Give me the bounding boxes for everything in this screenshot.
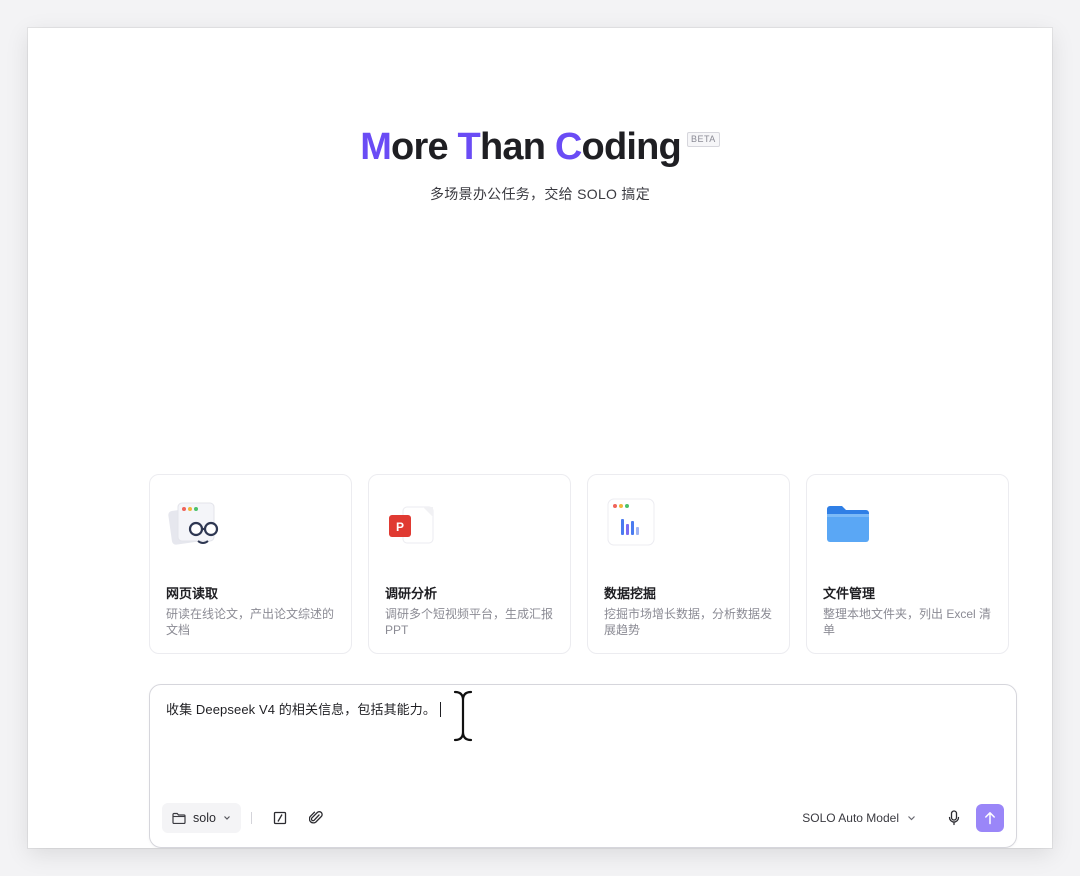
attach-file-button[interactable] — [304, 806, 328, 830]
hero-title-row: More Than Coding BETA — [360, 124, 720, 170]
chevron-down-icon — [224, 816, 230, 820]
scenario-card-web-reading[interactable]: 网页读取 研读在线论文，产出论文综述的文档 — [149, 474, 352, 654]
workspace-folder-button[interactable]: solo — [162, 803, 241, 833]
title-part: C — [554, 126, 582, 168]
ibeam-cursor-icon — [452, 689, 474, 743]
slash-command-icon — [273, 811, 287, 825]
folder-outline-icon — [172, 812, 186, 824]
title-part: han — [479, 126, 555, 168]
hero-subtitle: 多场景办公任务，交给 SOLO 搞定 — [429, 186, 651, 202]
folder-icon — [827, 506, 869, 542]
app-window: More Than Coding BETA 多场景办公任务，交给 SOLO 搞定… — [28, 28, 1052, 848]
voice-input-button[interactable] — [942, 806, 966, 830]
web-reading-glasses-icon — [168, 502, 219, 545]
ppt-document-icon: P — [389, 506, 434, 544]
scenario-card-data-mining[interactable]: 数据挖掘 挖掘市场增长数据，分析数据发展趋势 — [587, 474, 790, 654]
card-title: 调研分析 — [385, 586, 438, 601]
card-title: 数据挖掘 — [604, 586, 657, 601]
toolbar-divider — [250, 812, 252, 824]
composer-toolbar: solo SOLO Auto Model — [162, 803, 1004, 833]
beta-badge: BETA — [686, 132, 720, 147]
microphone-icon — [948, 810, 960, 826]
svg-text:P: P — [396, 520, 404, 534]
hero-section: More Than Coding BETA 多场景办公任务，交给 SOLO 搞定 — [28, 124, 1052, 204]
paperclip-icon — [308, 811, 323, 824]
title-part: ore — [391, 126, 458, 168]
title-part: oding — [581, 126, 682, 168]
send-button[interactable] — [976, 804, 1004, 832]
model-selector-label: SOLO Auto Model — [802, 811, 899, 825]
card-title: 文件管理 — [823, 586, 876, 601]
card-description: 调研多个短视频平台，生成汇报 PPT — [385, 607, 554, 637]
title-part: M — [360, 126, 392, 168]
text-caret — [439, 702, 441, 717]
scenario-card-file-management[interactable]: 文件管理 整理本地文件夹，列出 Excel 清单 — [806, 474, 1009, 654]
prompt-input-value: 收集 Deepseek V4 的相关信息，包括其能力。 — [166, 702, 436, 717]
workspace-folder-label: solo — [193, 811, 216, 825]
scenario-cards: 网页读取 研读在线论文，产出论文综述的文档 P 调研分析 调研多个短视频平台，生… — [149, 474, 1009, 654]
card-description: 挖掘市场增长数据，分析数据发展趋势 — [604, 607, 773, 637]
bar-chart-icon — [607, 498, 655, 546]
card-description: 研读在线论文，产出论文综述的文档 — [166, 607, 335, 637]
card-title: 网页读取 — [166, 586, 219, 601]
arrow-up-icon — [985, 812, 995, 825]
slash-command-button[interactable] — [268, 806, 292, 830]
prompt-input[interactable]: 收集 Deepseek V4 的相关信息，包括其能力。 — [166, 699, 441, 718]
card-description: 整理本地文件夹，列出 Excel 清单 — [823, 607, 992, 637]
hero-title: More Than Coding — [360, 124, 682, 170]
chevron-down-icon — [908, 816, 915, 821]
scenario-card-research[interactable]: P 调研分析 调研多个短视频平台，生成汇报 PPT — [368, 474, 571, 654]
title-part: T — [457, 126, 481, 168]
chat-composer[interactable]: 收集 Deepseek V4 的相关信息，包括其能力。 solo SOLO Au… — [149, 684, 1017, 848]
model-selector[interactable]: SOLO Auto Model — [802, 811, 916, 825]
